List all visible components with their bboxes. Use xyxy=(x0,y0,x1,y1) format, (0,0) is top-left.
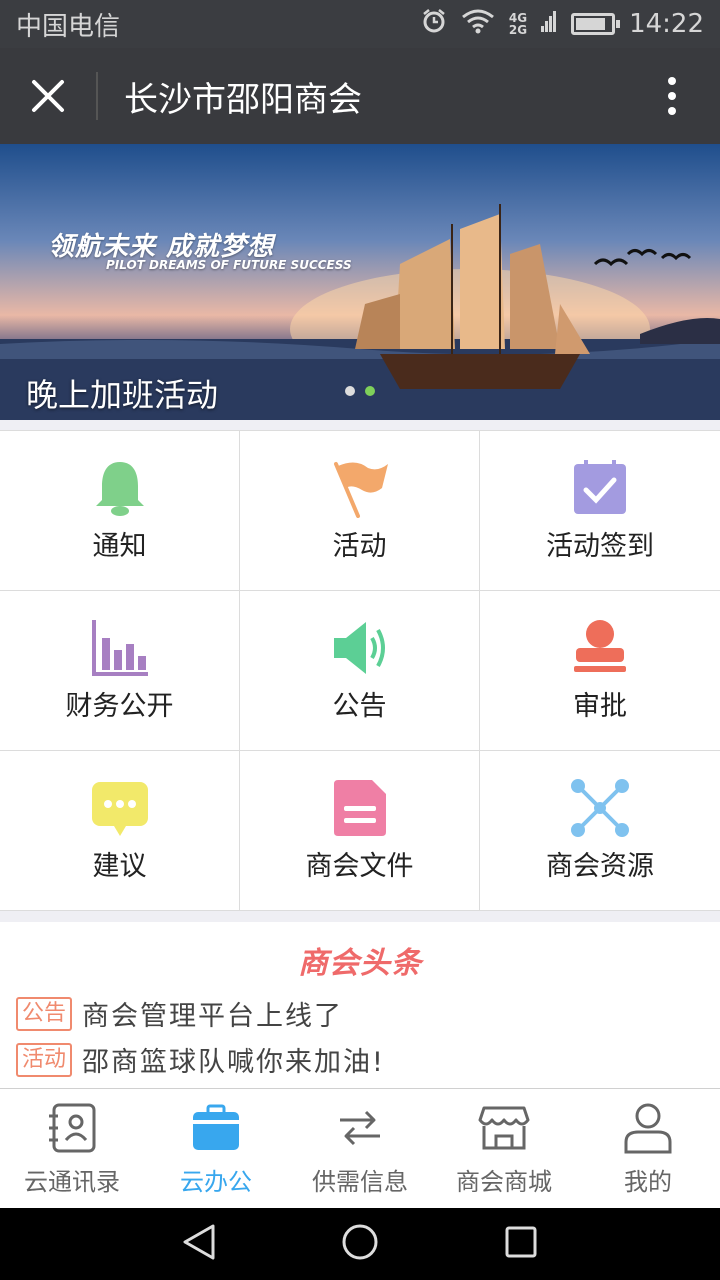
nav-item-office[interactable]: 云办公 xyxy=(144,1089,288,1208)
user-icon xyxy=(620,1100,676,1156)
document-icon xyxy=(330,778,390,838)
signal-icon xyxy=(541,8,557,41)
alarm-icon xyxy=(421,8,447,41)
network-icon xyxy=(570,778,630,838)
more-vertical-icon xyxy=(668,77,676,115)
nav-item-supply-demand[interactable]: 供需信息 xyxy=(288,1089,432,1208)
grid-item-label: 公告 xyxy=(332,691,387,722)
grid-item-suggestion[interactable]: 建议 xyxy=(0,751,240,911)
grid-item-label: 活动 xyxy=(332,531,387,562)
close-icon xyxy=(32,80,64,112)
carousel-dot[interactable] xyxy=(345,386,355,396)
grid-item-activity[interactable]: 活动 xyxy=(240,431,480,591)
grid-item-label: 财务公开 xyxy=(65,691,174,722)
grid-item-documents[interactable]: 商会文件 xyxy=(240,751,480,911)
nav-label: 我的 xyxy=(624,1168,672,1196)
briefcase-icon xyxy=(188,1100,244,1156)
grid-item-label: 建议 xyxy=(92,851,147,882)
news-tag: 活动 xyxy=(16,1042,73,1077)
speaker-icon xyxy=(330,618,390,678)
system-nav-bar xyxy=(0,1208,720,1280)
network-bottom-label: 2G xyxy=(508,23,528,37)
nav-label: 云通讯录 xyxy=(24,1168,120,1196)
grid-item-label: 商会资源 xyxy=(546,851,654,882)
status-icons: 4G 2G 14:22 xyxy=(421,8,704,41)
network-type: 4G 2G xyxy=(509,12,527,36)
news-item[interactable]: 活动 邵商篮球队喊你来加油! xyxy=(16,1040,385,1079)
battery-level xyxy=(576,18,605,30)
flag-icon xyxy=(330,458,390,518)
recents-button[interactable] xyxy=(503,1224,539,1264)
grid-item-label: 商会文件 xyxy=(305,851,414,882)
news-tag: 公告 xyxy=(16,996,73,1031)
bar-chart-icon xyxy=(90,618,150,678)
banner-caption: 晚上加班活动 xyxy=(26,376,219,414)
headlines-section: 商会头条 公告 商会管理平台上线了 活动 邵商篮球队喊你来加油! xyxy=(0,922,720,1088)
more-button[interactable] xyxy=(624,48,720,144)
bottom-nav: 云通讯录 云办公 供需信息 商会商城 我的 xyxy=(0,1088,720,1208)
grid-item-label: 通知 xyxy=(92,531,147,562)
home-button[interactable] xyxy=(340,1222,380,1266)
grid-item-resources[interactable]: 商会资源 xyxy=(480,751,720,911)
calendar-check-icon xyxy=(570,458,630,518)
back-button[interactable] xyxy=(181,1222,217,1266)
grid-item-checkin[interactable]: 活动签到 xyxy=(480,431,720,591)
page-title: 长沙市邵阳商会 xyxy=(124,79,362,120)
clock-label: 14:22 xyxy=(629,9,704,39)
grid-item-notice[interactable]: 通知 xyxy=(0,431,240,591)
banner-carousel[interactable]: 领航未来 成就梦想 PILOT DREAMS OF FUTURE SUCCESS… xyxy=(0,144,720,420)
nav-label: 云办公 xyxy=(180,1168,252,1196)
back-triangle-icon xyxy=(183,1224,215,1260)
nav-label: 供需信息 xyxy=(312,1168,408,1196)
grid-item-label: 活动签到 xyxy=(546,531,654,562)
nav-item-contacts[interactable]: 云通讯录 xyxy=(0,1089,144,1208)
nav-item-mall[interactable]: 商会商城 xyxy=(432,1089,576,1208)
grid-item-announcement[interactable]: 公告 xyxy=(240,591,480,751)
banner-slogan-en: PILOT DREAMS OF FUTURE SUCCESS xyxy=(106,258,352,272)
store-icon xyxy=(476,1100,532,1156)
contacts-icon xyxy=(44,1100,100,1156)
battery-icon xyxy=(571,13,621,35)
carousel-dot-active[interactable] xyxy=(365,386,375,396)
close-button[interactable] xyxy=(0,48,96,144)
grid-item-label: 审批 xyxy=(573,691,627,722)
bell-icon xyxy=(90,458,150,518)
function-grid: 通知 活动 活动签到 财务公开 公告 审批 建议 商会文件 商会资源 xyxy=(0,430,720,911)
news-text: 邵商篮球队喊你来加油! xyxy=(82,1047,385,1078)
news-item[interactable]: 公告 商会管理平台上线了 xyxy=(16,994,343,1033)
title-bar: 长沙市邵阳商会 xyxy=(0,48,720,144)
news-text: 商会管理平台上线了 xyxy=(82,1001,344,1032)
stamp-icon xyxy=(570,618,630,678)
home-circle-icon xyxy=(342,1224,378,1260)
grid-item-approval[interactable]: 审批 xyxy=(480,591,720,751)
carrier-label: 中国电信 xyxy=(16,11,121,42)
exchange-icon xyxy=(332,1100,388,1156)
recents-square-icon xyxy=(505,1226,537,1258)
wifi-icon xyxy=(461,8,495,41)
headlines-title: 商会头条 xyxy=(298,946,422,981)
chat-bubble-icon xyxy=(90,778,150,838)
nav-item-me[interactable]: 我的 xyxy=(576,1089,720,1208)
grid-item-finance[interactable]: 财务公开 xyxy=(0,591,240,751)
nav-label: 商会商城 xyxy=(456,1168,552,1196)
status-bar: 中国电信 4G 2G 14:22 xyxy=(0,0,720,48)
